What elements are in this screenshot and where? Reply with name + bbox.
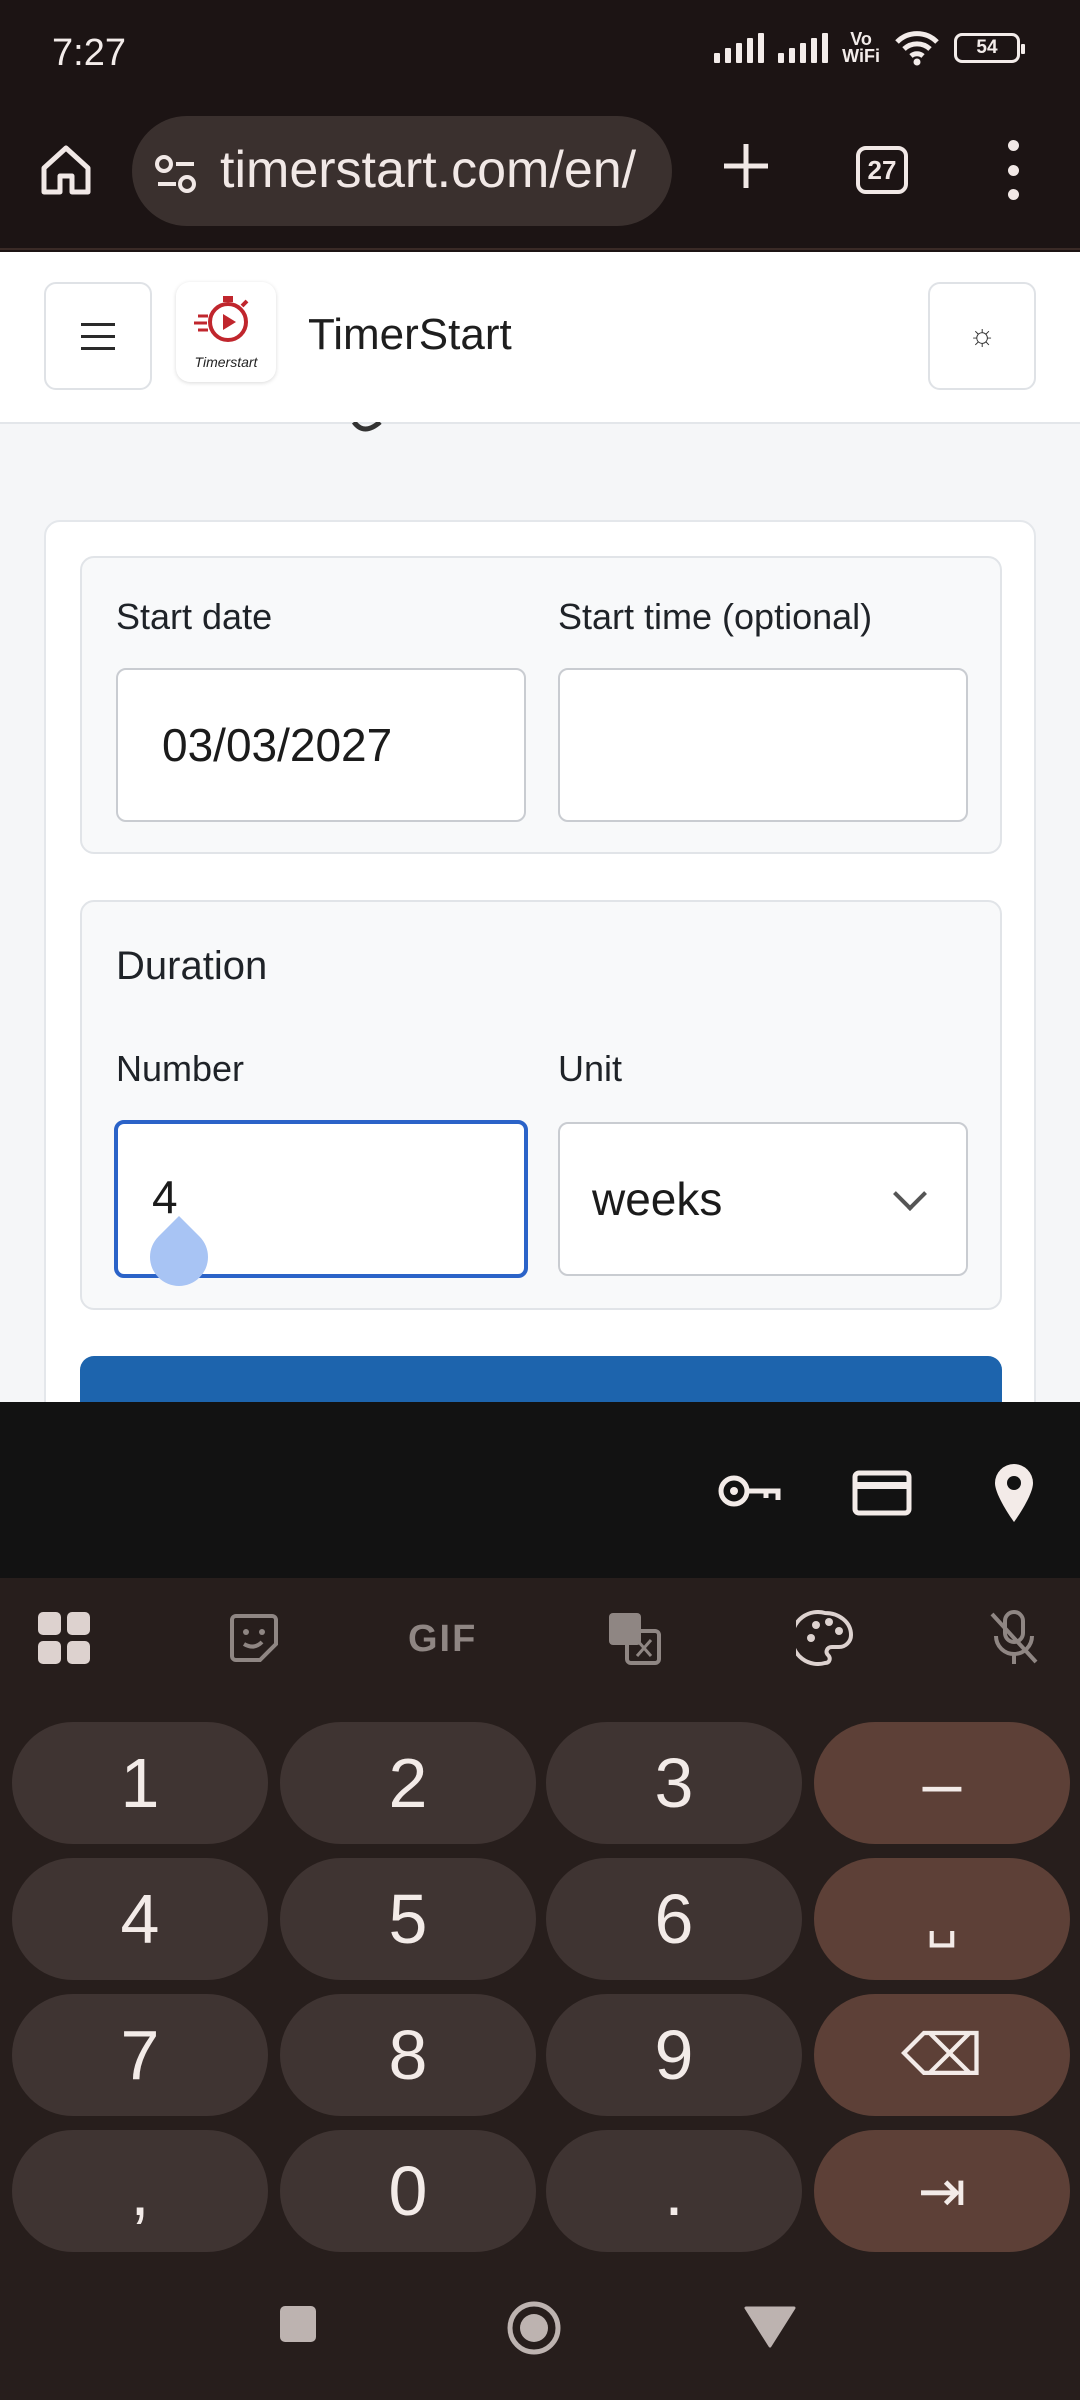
backspace-key[interactable]: ⌫ xyxy=(814,1994,1070,2116)
key-1[interactable]: 1 xyxy=(12,1722,268,1844)
tab-count: 27 xyxy=(867,154,897,185)
number-value: 4 xyxy=(152,1171,178,1223)
site-title[interactable]: TimerStart xyxy=(308,310,512,360)
key-8[interactable]: 8 xyxy=(280,1994,536,2116)
battery-icon: 54 xyxy=(954,33,1025,63)
mic-off-icon[interactable] xyxy=(986,1608,1042,1668)
back-icon[interactable] xyxy=(744,2306,796,2348)
key-9[interactable]: 9 xyxy=(546,1994,802,2116)
autofill-bar xyxy=(0,1402,1080,1578)
key-6[interactable]: 6 xyxy=(546,1858,802,1980)
number-input[interactable]: 4 xyxy=(114,1120,528,1299)
start-panel: Start date Start time (optional) 03/03/2… xyxy=(80,556,1002,854)
browser-toolbar: timerstart.com/en/ 27 xyxy=(0,110,1080,250)
more-menu-icon[interactable] xyxy=(1000,140,1026,200)
battery-level: 54 xyxy=(976,37,998,58)
key-7[interactable]: 7 xyxy=(12,1994,268,2116)
key-space[interactable]: ␣ xyxy=(814,1858,1070,1980)
unit-label: Unit xyxy=(558,1048,623,1089)
next-field-key[interactable]: ⇥ xyxy=(814,2130,1070,2252)
home-icon[interactable] xyxy=(36,140,96,200)
key-2[interactable]: 2 xyxy=(280,1722,536,1844)
sun-icon: ☼ xyxy=(968,319,996,352)
calculate-button[interactable] xyxy=(80,1356,1002,1402)
key-4[interactable]: 4 xyxy=(12,1858,268,1980)
signal-icon xyxy=(714,33,765,63)
status-time: 7:27 xyxy=(52,32,126,74)
start-date-value: 03/03/2027 xyxy=(162,719,393,771)
url-text[interactable]: timerstart.com/en/ xyxy=(220,140,636,200)
key-comma[interactable]: , xyxy=(12,2130,268,2252)
start-time-label: Start time (optional) xyxy=(558,596,873,637)
new-tab-icon[interactable] xyxy=(716,136,776,196)
key-icon[interactable] xyxy=(716,1466,782,1516)
duration-title: Duration xyxy=(116,944,268,988)
address-bar[interactable]: timerstart.com/en/ xyxy=(132,116,672,226)
signal-icon-2 xyxy=(778,33,829,63)
translate-icon[interactable] xyxy=(606,1610,662,1666)
start-date-input[interactable]: 03/03/2027 xyxy=(116,668,526,822)
key-5[interactable]: 5 xyxy=(280,1858,536,1980)
unit-select[interactable]: weeks xyxy=(558,1122,968,1276)
recents-icon[interactable] xyxy=(278,2304,318,2344)
stopwatch-logo-icon xyxy=(194,296,249,342)
chevron-down-icon xyxy=(893,1177,927,1211)
keyboard-toolbar: GIF xyxy=(0,1578,1080,1698)
system-nav-bar xyxy=(0,2260,1080,2400)
key-3[interactable]: 3 xyxy=(546,1722,802,1844)
unit-value: weeks xyxy=(592,1173,723,1225)
wifi-icon xyxy=(895,31,939,66)
palette-icon[interactable] xyxy=(796,1610,854,1666)
start-date-label: Start date xyxy=(116,596,273,637)
home-nav-icon[interactable] xyxy=(506,2300,562,2356)
number-label: Number xyxy=(116,1048,245,1089)
gif-button[interactable]: GIF xyxy=(408,1618,477,1661)
site-settings-icon[interactable] xyxy=(154,154,198,194)
numeric-keyboard: 1 2 3 – 4 5 6 ␣ 7 8 9 ⌫ , 0 . ⇥ xyxy=(0,1698,1080,2260)
site-header: Timerstart TimerStart ☼ xyxy=(0,252,1080,424)
site-logo[interactable]: Timerstart xyxy=(176,282,276,382)
calculator-card: Start date Start time (optional) 03/03/2… xyxy=(44,520,1036,1402)
status-bar: 7:27 Vo WiFi 54 xyxy=(0,0,1080,110)
key-0[interactable]: 0 xyxy=(280,2130,536,2252)
duration-panel: Duration Number Unit 4 weeks xyxy=(80,900,1002,1310)
key-minus[interactable]: – xyxy=(814,1722,1070,1844)
menu-button[interactable] xyxy=(44,282,152,390)
start-time-input[interactable] xyxy=(558,668,968,822)
sticker-icon[interactable] xyxy=(228,1612,280,1664)
location-icon[interactable] xyxy=(992,1462,1036,1524)
tab-switcher-button[interactable]: 27 xyxy=(856,146,908,194)
status-icons: Vo WiFi 54 xyxy=(714,29,1025,66)
text-cursor-handle[interactable] xyxy=(137,1215,221,1299)
credit-card-icon[interactable] xyxy=(852,1470,912,1516)
key-period[interactable]: . xyxy=(546,2130,802,2252)
theme-toggle-button[interactable]: ☼ xyxy=(928,282,1036,390)
apps-grid-icon[interactable] xyxy=(36,1610,92,1666)
logo-wordmark: Timerstart xyxy=(194,354,258,370)
vowifi-label: Vo WiFi xyxy=(842,29,880,66)
web-page: Timerstart TimerStart ☼ Start date Start… xyxy=(0,252,1080,1402)
heading-fragment xyxy=(351,422,382,432)
